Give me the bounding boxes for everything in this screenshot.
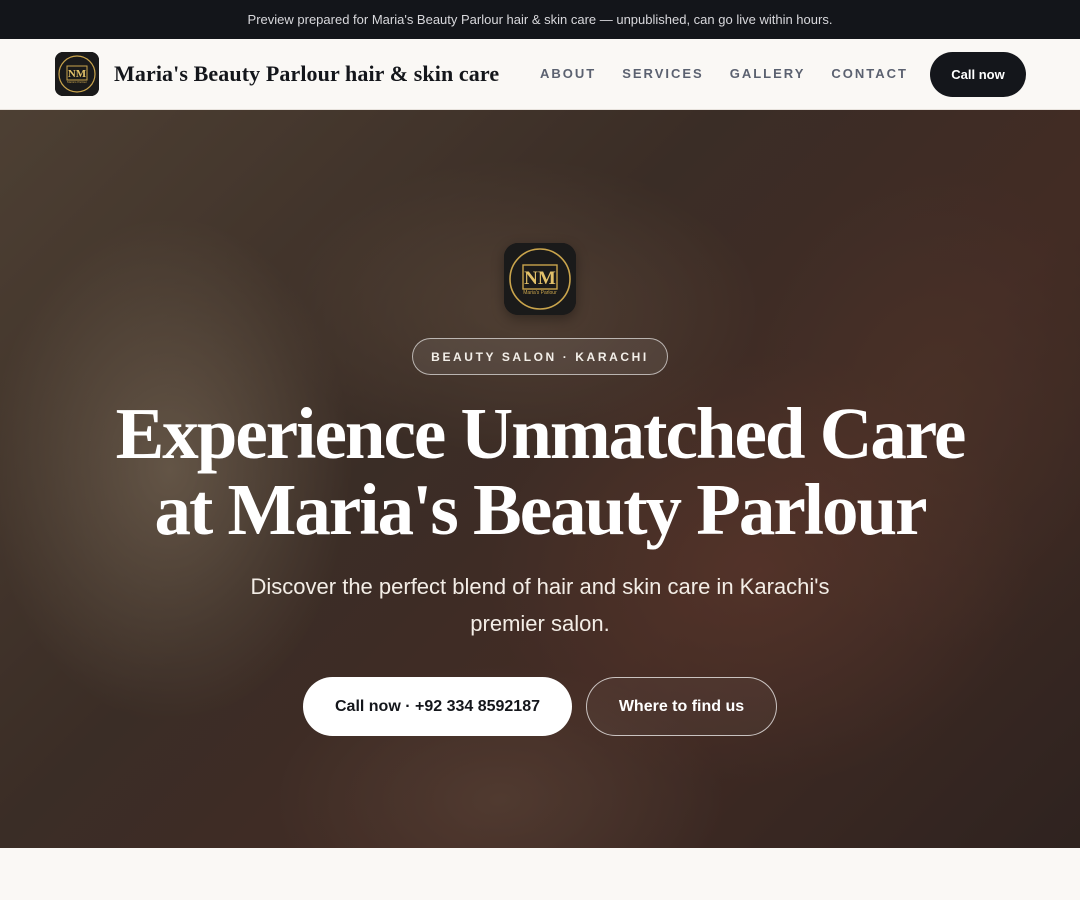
hero-headline-line1: Experience Unmatched Care xyxy=(115,393,967,474)
header-call-button[interactable]: Call now xyxy=(930,52,1026,97)
svg-text:NM: NM xyxy=(68,68,87,80)
hero-logo: NM Maria's Parlour xyxy=(504,243,576,315)
main-nav: ABOUT SERVICES GALLERY CONTACT xyxy=(540,66,908,82)
next-section xyxy=(0,848,1080,900)
hero-subheading-line2: premier salon. xyxy=(470,611,610,636)
nm-logo-icon: NM Maria's Parlour xyxy=(504,243,576,315)
hero-subheading-line1: Discover the perfect blend of hair and s… xyxy=(250,574,830,599)
nm-logo-icon: NM Maria's Parlour xyxy=(55,52,99,96)
brand-logo[interactable]: NM Maria's Parlour xyxy=(55,52,99,96)
hero-headline-line2: at Maria's Beauty Parlour xyxy=(154,469,927,550)
svg-text:Maria's Parlour: Maria's Parlour xyxy=(523,290,557,296)
find-us-button[interactable]: Where to find us xyxy=(586,677,777,736)
call-now-button[interactable]: Call now · +92 334 8592187 xyxy=(303,677,572,736)
svg-text:Maria's Parlour: Maria's Parlour xyxy=(67,80,87,84)
hero-section: NM Maria's Parlour BEAUTY SALON · KARACH… xyxy=(0,110,1080,848)
location-badge: BEAUTY SALON · KARACHI xyxy=(412,338,668,375)
nav-link-services[interactable]: SERVICES xyxy=(622,66,704,82)
preview-banner-text: Preview prepared for Maria's Beauty Parl… xyxy=(247,12,833,27)
nav-link-about[interactable]: ABOUT xyxy=(540,66,596,82)
brand-name[interactable]: Maria's Beauty Parlour hair & skin care xyxy=(114,61,499,87)
hero-headline: Experience Unmatched Care at Maria's Bea… xyxy=(90,396,990,548)
site-header: NM Maria's Parlour Maria's Beauty Parlou… xyxy=(0,39,1080,110)
svg-text:NM: NM xyxy=(524,268,556,289)
nav-link-gallery[interactable]: GALLERY xyxy=(730,66,806,82)
hero-subheading: Discover the perfect blend of hair and s… xyxy=(240,568,840,642)
preview-banner: Preview prepared for Maria's Beauty Parl… xyxy=(0,0,1080,39)
nav-link-contact[interactable]: CONTACT xyxy=(831,66,908,82)
